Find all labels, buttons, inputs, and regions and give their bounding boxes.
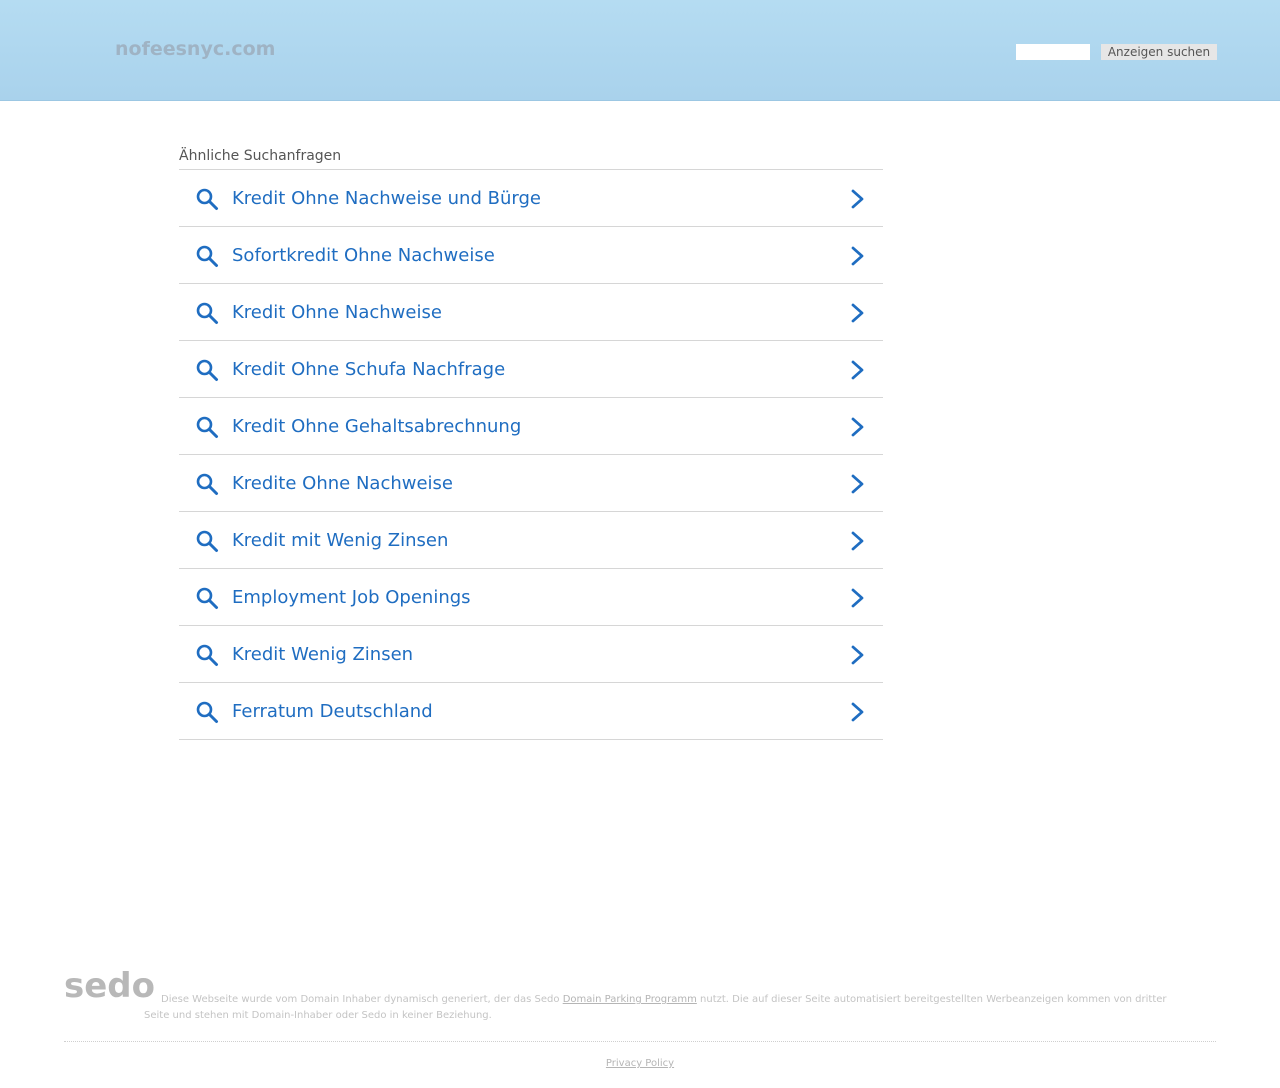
domain-parking-link[interactable]: Domain Parking Programm	[563, 994, 697, 1005]
related-search-link[interactable]: Kredit mit Wenig Zinsen	[179, 512, 883, 569]
sedo-logo: sedo	[64, 966, 155, 1006]
disclaimer-text-start: Diese Webseite wurde vom Domain Inhaber …	[161, 994, 563, 1005]
chevron-right-icon	[851, 588, 864, 608]
search-icon	[196, 587, 218, 609]
search-icon	[196, 473, 218, 495]
related-search-link[interactable]: Ferratum Deutschland	[179, 683, 883, 740]
related-search-link[interactable]: Kredit Ohne Nachweise	[179, 284, 883, 341]
footer-divider	[64, 1041, 1216, 1042]
search-ads-button[interactable]: Anzeigen suchen	[1101, 44, 1217, 60]
related-search-link[interactable]: Kredit Ohne Gehaltsabrechnung	[179, 398, 883, 455]
related-search-label: Kredit Ohne Nachweise und Bürge	[232, 188, 541, 209]
chevron-right-icon	[851, 303, 864, 323]
related-search-label: Ferratum Deutschland	[232, 701, 433, 722]
privacy-policy-link[interactable]: Privacy Policy	[64, 1058, 1216, 1069]
related-search-link[interactable]: Employment Job Openings	[179, 569, 883, 626]
domain-title[interactable]: nofeesnyc.com	[115, 38, 275, 60]
related-search-link[interactable]: Sofortkredit Ohne Nachweise	[179, 227, 883, 284]
search-icon	[196, 644, 218, 666]
chevron-right-icon	[851, 702, 864, 722]
search-icon	[196, 188, 218, 210]
search-icon	[196, 245, 218, 267]
chevron-right-icon	[851, 645, 864, 665]
related-search-link[interactable]: Kredit Ohne Schufa Nachfrage	[179, 341, 883, 398]
chevron-right-icon	[851, 474, 864, 494]
header-bar: nofeesnyc.com Anzeigen suchen	[0, 0, 1280, 101]
related-search-label: Kredit Wenig Zinsen	[232, 644, 414, 665]
chevron-right-icon	[851, 189, 864, 209]
related-search-link[interactable]: Kredit Ohne Nachweise und Bürge	[179, 170, 883, 227]
search-icon	[196, 530, 218, 552]
related-search-label: Sofortkredit Ohne Nachweise	[232, 245, 495, 266]
chevron-right-icon	[851, 246, 864, 266]
related-search-link[interactable]: Kredite Ohne Nachweise	[179, 455, 883, 512]
chevron-right-icon	[851, 360, 864, 380]
related-search-label: Kredit mit Wenig Zinsen	[232, 530, 449, 551]
search-icon	[196, 359, 218, 381]
related-searches-title: Ähnliche Suchanfragen	[179, 146, 883, 170]
chevron-right-icon	[851, 417, 864, 437]
related-search-label: Kredit Ohne Gehaltsabrechnung	[232, 416, 522, 437]
search-icon	[196, 701, 218, 723]
related-search-link[interactable]: Kredit Wenig Zinsen	[179, 626, 883, 683]
chevron-right-icon	[851, 531, 864, 551]
related-search-label: Kredit Ohne Schufa Nachfrage	[232, 359, 506, 380]
related-searches-list: Kredit Ohne Nachweise und Bürge Sofortkre…	[179, 170, 883, 740]
related-search-label: Kredit Ohne Nachweise	[232, 302, 442, 323]
related-searches: Ähnliche Suchanfragen Kredit Ohne Nachwe…	[179, 146, 883, 740]
related-search-label: Kredite Ohne Nachweise	[232, 473, 453, 494]
disclaimer-text: Diese Webseite wurde vom Domain Inhaber …	[144, 992, 1174, 1024]
search-icon	[196, 302, 218, 324]
related-search-label: Employment Job Openings	[232, 587, 471, 608]
search-input[interactable]	[1016, 44, 1090, 60]
search-icon	[196, 416, 218, 438]
